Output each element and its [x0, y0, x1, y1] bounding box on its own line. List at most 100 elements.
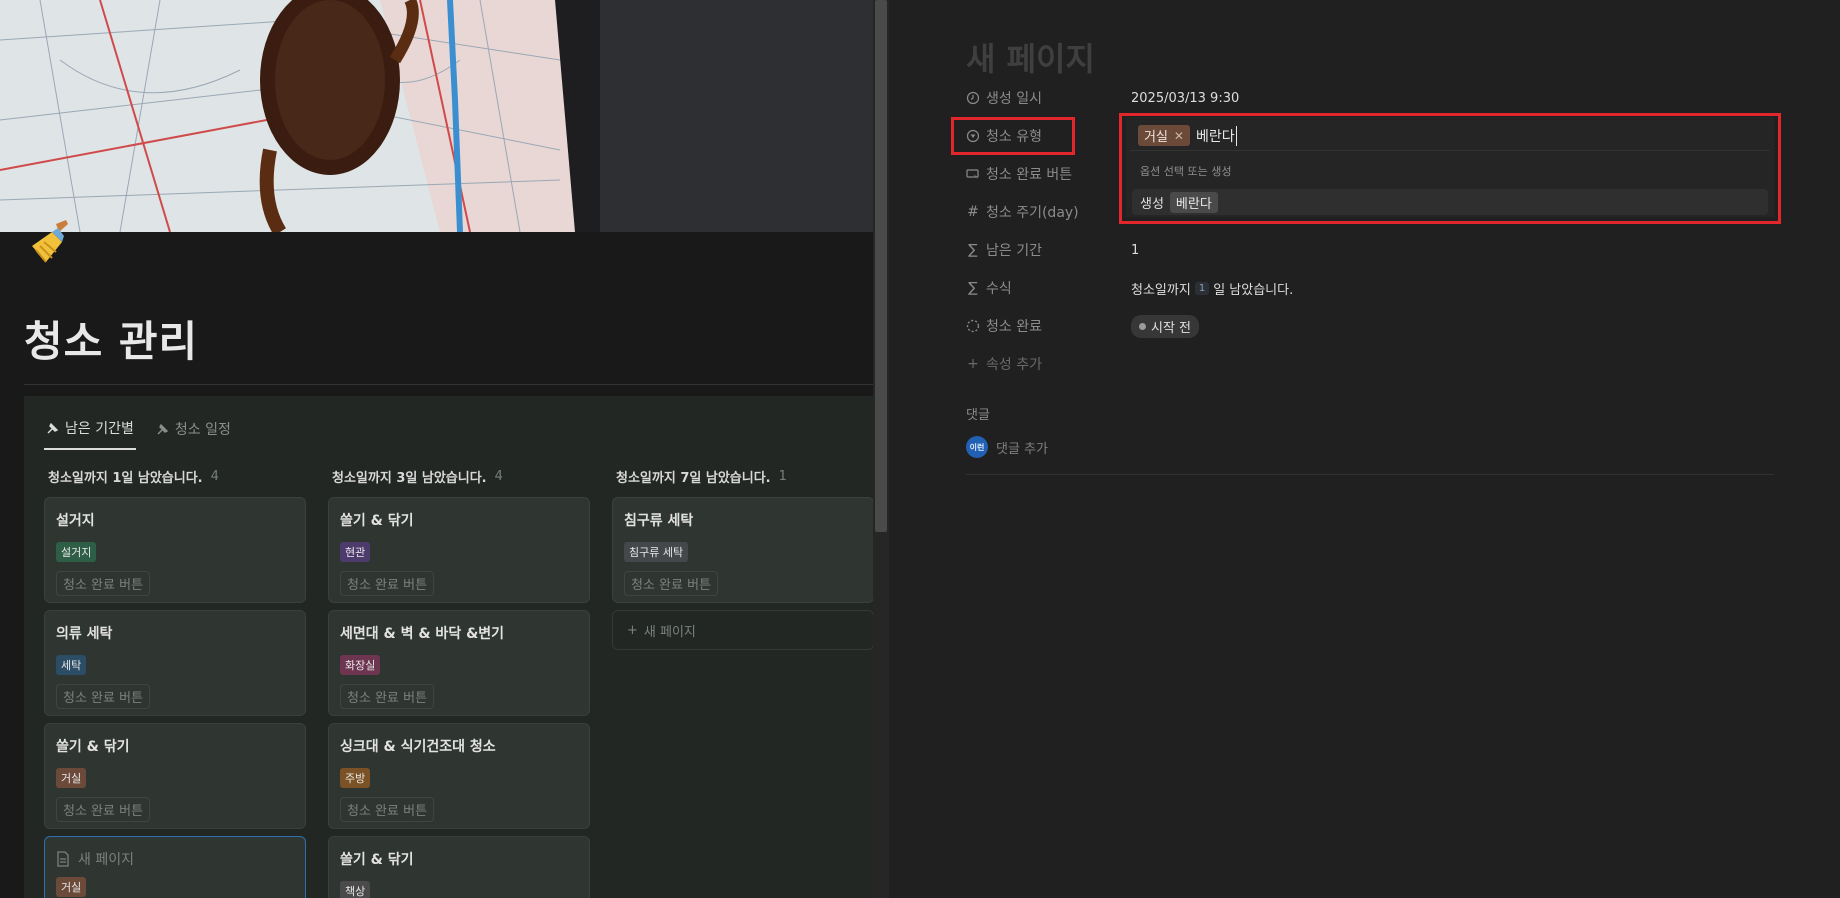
status-icon [966, 319, 980, 333]
prop-label[interactable]: # 청소 주기(day) [966, 202, 1131, 222]
board-card[interactable]: 세면대 & 벽 & 바닥 &변기 화장실 청소 완료 버튼 [328, 610, 590, 716]
status-dot [1139, 322, 1146, 330]
column-header: 청소일까지 3일 남았습니다. 4 [328, 462, 590, 490]
add-property-button[interactable]: + 속성 추가 [966, 349, 1131, 379]
status-pill[interactable]: 시작 전 [1131, 314, 1200, 338]
column-count: 4 [210, 468, 219, 484]
prop-name: 남은 기간 [986, 243, 1042, 259]
board-card[interactable]: 싱크대 & 식기건조대 청소 주방 청소 완료 버튼 [328, 723, 590, 829]
scrollbar[interactable] [873, 0, 889, 898]
column-title: 청소일까지 7일 남았습니다. [616, 470, 771, 486]
broom-icon[interactable] [22, 218, 72, 268]
prop-cycle: # 청소 주기(day) [966, 197, 1131, 227]
board-view: 남은 기간별 청소 일정 청소일까지 1일 남았습니다. 4 설거지 설거지 청… [24, 396, 873, 898]
comments-heading: 댓글 [966, 408, 990, 423]
add-comment-label[interactable]: 댓글 추가 [996, 438, 1048, 457]
column-title: 청소일까지 1일 남았습니다. [48, 470, 203, 486]
prop-value: 2025/03/13 9:30 [1131, 90, 1240, 106]
card-title: 세면대 & 벽 & 바닥 &변기 [340, 626, 505, 642]
page-title: 청소 관리 [24, 317, 199, 366]
board-card[interactable]: 침구류 세탁 침구류 세탁 청소 완료 버튼 [612, 497, 873, 603]
tab-label: 남은 기간별 [65, 421, 134, 437]
formula-value: 청소일까지 1 일 남았습니다. [1131, 279, 1293, 298]
board-card[interactable]: 쓸기 & 닦기 책상 [328, 836, 590, 898]
highlight-box [951, 117, 1075, 155]
divider [24, 384, 873, 385]
complete-button[interactable]: 청소 완료 버튼 [56, 571, 151, 596]
complete-button[interactable]: 청소 완료 버튼 [340, 571, 435, 596]
prop-name: 생성 일시 [986, 91, 1042, 107]
prop-done: 청소 완료 시작 전 [966, 311, 1200, 341]
view-tabs: 남은 기간별 청소 일정 [44, 396, 233, 450]
prop-name: 청소 주기(day) [986, 205, 1079, 221]
prop-button: 청소 완료 버튼 [966, 159, 1131, 189]
card-title: 쓸기 & 닦기 [56, 739, 130, 755]
prop-remaining: ∑ 남은 기간 1 [966, 235, 1139, 265]
cursor-click-icon [966, 169, 979, 179]
add-label: 새 페이지 [643, 624, 696, 640]
card-tag: 거실 [56, 877, 87, 897]
card-title: 싱크대 & 식기건조대 청소 [340, 739, 496, 755]
prop-label[interactable]: ∑ 수식 [966, 278, 1131, 298]
prop-label[interactable]: 청소 완료 [966, 316, 1131, 336]
pin-icon [47, 422, 59, 434]
board-card[interactable]: 의류 세탁 세탁 청소 완료 버튼 [44, 610, 306, 716]
prop-name: 청소 완료 버튼 [986, 167, 1073, 183]
prop-label[interactable]: 생성 일시 [966, 88, 1131, 108]
prop-label[interactable]: 청소 완료 버튼 [966, 164, 1131, 184]
add-comment-row[interactable]: 이런 댓글 추가 [966, 436, 1048, 458]
card-title: 설거지 [56, 513, 95, 529]
tab-by-remaining[interactable]: 남은 기간별 [44, 396, 136, 450]
card-tag: 세탁 [56, 655, 87, 675]
formula-suffix: 일 남았습니다. [1213, 282, 1294, 298]
card-tag: 거실 [56, 768, 87, 788]
formula-number: 1 [1194, 281, 1210, 295]
card-tag: 현관 [340, 542, 371, 562]
complete-button[interactable]: 청소 완료 버튼 [624, 571, 719, 596]
prop-name: 청소 완료 [986, 319, 1042, 335]
scroll-thumb[interactable] [875, 0, 887, 532]
card-title: 쓸기 & 닦기 [340, 513, 414, 529]
board-card[interactable]: 쓸기 & 닦기 거실 청소 완료 버튼 [44, 723, 306, 829]
card-title: 의류 세탁 [56, 626, 113, 642]
avatar: 이런 [966, 436, 988, 458]
sigma-icon: ∑ [968, 280, 978, 296]
complete-button[interactable]: 청소 완료 버튼 [56, 797, 151, 822]
complete-button[interactable]: 청소 완료 버튼 [340, 797, 435, 822]
add-property-label: 속성 추가 [986, 357, 1042, 373]
card-tag: 주방 [340, 768, 371, 788]
card-title: 침구류 세탁 [624, 513, 694, 529]
document-icon [57, 851, 69, 867]
board-card[interactable]: 설거지 설거지 청소 완료 버튼 [44, 497, 306, 603]
prop-label[interactable]: ∑ 남은 기간 [966, 240, 1131, 260]
prop-value: 1 [1131, 242, 1140, 258]
prop-formula: ∑ 수식 청소일까지 1 일 남았습니다. [966, 273, 1293, 303]
board-card-new-page[interactable]: 새 페이지 거실 [44, 836, 306, 898]
card-tag: 설거지 [56, 542, 97, 562]
plus-icon: + [967, 356, 979, 372]
board-column-3day: 청소일까지 3일 남았습니다. 4 쓸기 & 닦기 현관 청소 완료 버튼 세면… [328, 462, 590, 898]
status-value[interactable]: 시작 전 [1131, 314, 1200, 338]
formula-prefix: 청소일까지 [1131, 282, 1191, 298]
card-tag: 화장실 [340, 655, 381, 675]
add-new-page-button[interactable]: + 새 페이지 [612, 610, 873, 650]
column-header: 청소일까지 7일 남았습니다. 1 [612, 462, 873, 490]
board-column-7day: 청소일까지 7일 남았습니다. 1 침구류 세탁 침구류 세탁 청소 완료 버튼… [612, 462, 873, 650]
divider [966, 474, 1774, 475]
board-column-1day: 청소일까지 1일 남았습니다. 4 설거지 설거지 청소 완료 버튼 의류 세탁… [44, 462, 306, 898]
number-icon: # [967, 204, 979, 220]
page-title[interactable]: 새 페이지 [966, 34, 1095, 80]
card-tag: 침구류 세탁 [624, 542, 689, 562]
complete-button[interactable]: 청소 완료 버튼 [340, 684, 435, 709]
tab-label: 청소 일정 [174, 422, 231, 438]
board-card[interactable]: 쓸기 & 닦기 현관 청소 완료 버튼 [328, 497, 590, 603]
card-tag: 책상 [340, 881, 371, 898]
complete-button[interactable]: 청소 완료 버튼 [56, 684, 151, 709]
page-peek-panel: 새 페이지 생성 일시 2025/03/13 9:30 청소 유형 청소 완료 … [889, 0, 1840, 898]
prop-label: + 속성 추가 [966, 354, 1131, 374]
column-count: 4 [494, 468, 503, 484]
plus-icon: + [627, 622, 638, 638]
prop-name: 수식 [986, 281, 1012, 297]
column-count: 1 [778, 468, 787, 484]
tab-schedule[interactable]: 청소 일정 [154, 396, 233, 450]
